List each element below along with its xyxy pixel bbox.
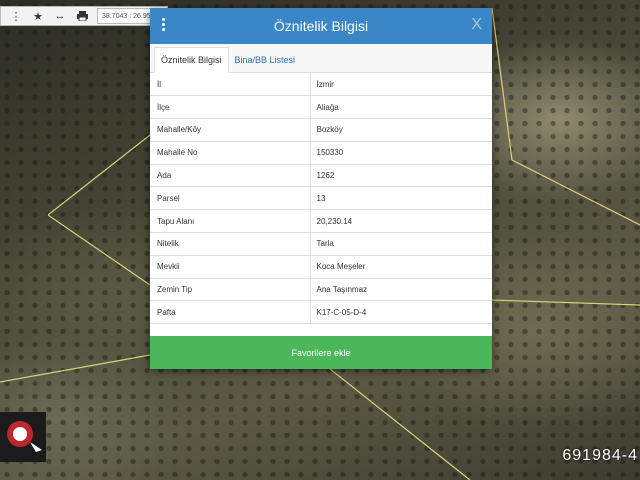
arrows-horizontal-icon[interactable]: ↔ xyxy=(49,7,71,25)
map-toolbar: ⋮ ★ ↔ 38.7043 : 26.9552 xyxy=(0,6,169,26)
tab-attribute-info[interactable]: Öznitelik Bilgisi xyxy=(154,47,229,73)
attribute-dialog: Öznitelik Bilgisi X Öznitelik Bilgisi Bi… xyxy=(150,8,492,369)
row-value: Bozköy xyxy=(310,118,492,142)
listing-id: 691984-4 xyxy=(562,447,638,464)
row-value: 150330 xyxy=(310,141,492,165)
table-row: İl İzmir xyxy=(150,73,492,97)
tab-building-list[interactable]: Bina/BB Listesi xyxy=(229,48,302,72)
table-row: Mahalle No 150330 xyxy=(150,141,492,165)
row-label: İl xyxy=(150,73,311,97)
row-label: Mahalle/Köy xyxy=(150,118,311,142)
row-label: Tapu Alanı xyxy=(150,209,311,234)
star-icon[interactable]: ★ xyxy=(27,7,49,25)
dialog-header: Öznitelik Bilgisi X xyxy=(150,8,492,44)
dialog-title: Öznitelik Bilgisi xyxy=(273,18,369,34)
brand-logo xyxy=(0,412,46,462)
row-label: Parsel xyxy=(150,186,311,211)
row-value: 20,230.14 xyxy=(310,209,492,234)
attribute-table: İl İzmir İlçe Aliağa Mahalle/Köy Bozköy Mahall… xyxy=(150,73,492,325)
row-label: Mevkii xyxy=(150,255,311,279)
close-icon[interactable]: X xyxy=(471,16,482,34)
print-icon[interactable] xyxy=(71,7,93,25)
row-label: İlçe xyxy=(150,95,311,120)
row-label: Nitelik xyxy=(150,232,311,256)
table-row: Parsel 13 xyxy=(150,186,492,211)
table-row: Tapu Alanı 20,230.14 xyxy=(150,209,492,234)
add-to-favorites-button[interactable]: Favorilere ekle xyxy=(150,336,492,369)
row-label: Zemin Tip xyxy=(150,278,311,302)
row-value: Ana Taşınmaz xyxy=(310,278,492,302)
row-value: Koca Meşeler xyxy=(310,255,492,279)
table-row: Pafta K17-C-05-D-4 xyxy=(150,300,492,325)
row-value: İzmir xyxy=(310,73,492,97)
row-value: 13 xyxy=(310,186,492,211)
row-value: K17-C-05-D-4 xyxy=(310,300,492,325)
table-row: İlçe Aliağa xyxy=(150,95,492,120)
table-row: Zemin Tip Ana Taşınmaz xyxy=(150,278,492,302)
kebab-menu-icon[interactable] xyxy=(162,18,166,34)
row-label: Pafta xyxy=(150,300,311,325)
dialog-tabs: Öznitelik Bilgisi Bina/BB Listesi xyxy=(150,44,492,73)
row-label: Mahalle No xyxy=(150,141,311,165)
table-row: Ada 1262 xyxy=(150,164,492,188)
row-value: Aliağa xyxy=(310,95,492,120)
row-value: Tarla xyxy=(310,232,492,256)
row-value: 1262 xyxy=(310,164,492,188)
table-row: Mevkii Koca Meşeler xyxy=(150,255,492,279)
table-row: Nitelik Tarla xyxy=(150,232,492,256)
row-label: Ada xyxy=(150,164,311,188)
table-row: Mahalle/Köy Bozköy xyxy=(150,118,492,142)
menu-dots-icon[interactable]: ⋮ xyxy=(5,7,27,25)
